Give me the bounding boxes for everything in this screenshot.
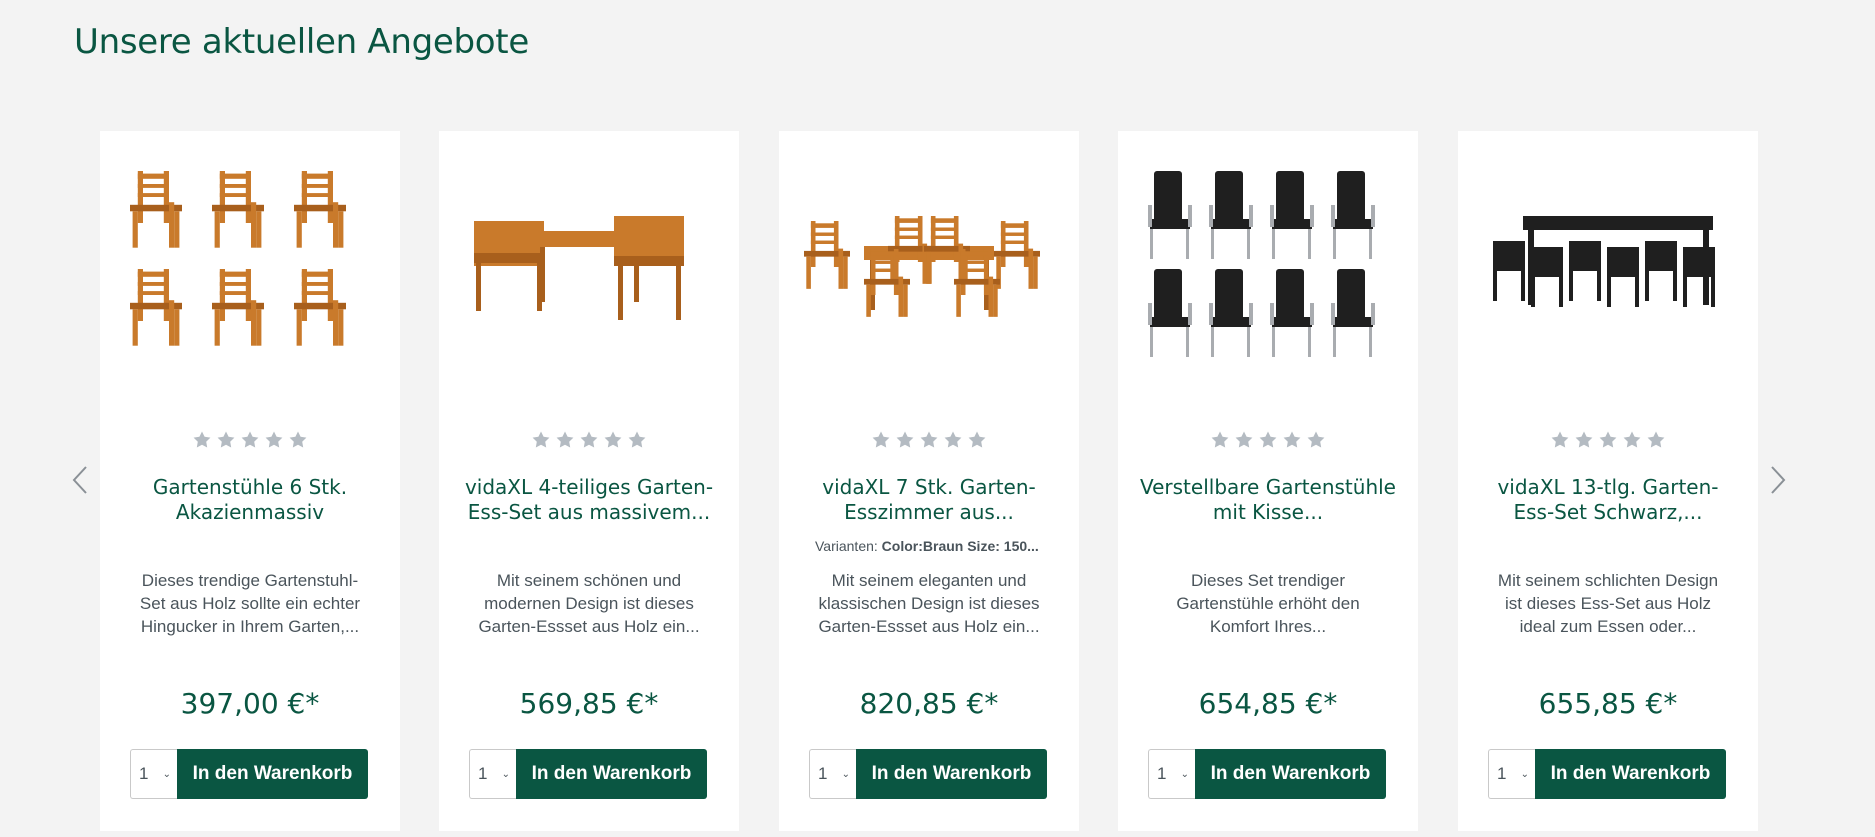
black-dining-set-image bbox=[1493, 216, 1715, 307]
star-icon bbox=[193, 431, 211, 448]
star-icon bbox=[217, 431, 235, 448]
star-icon bbox=[1283, 431, 1301, 448]
product-price: 397,00 €* bbox=[180, 687, 320, 720]
product-variants: Varianten: Color:Braun Size: 150... bbox=[815, 538, 1049, 554]
star-icon bbox=[896, 431, 914, 448]
product-card[interactable]: vidaXL 7 Stk. Garten-Esszimmer aus... Va… bbox=[779, 131, 1079, 831]
cushioned-chairs-image bbox=[1148, 171, 1375, 357]
product-price: 820,85 €* bbox=[859, 687, 999, 720]
product-title[interactable]: vidaXL 4-teiliges Garten-Ess-Set aus mas… bbox=[459, 475, 719, 527]
rating-stars bbox=[100, 430, 400, 450]
chevron-down-icon: ⌄ bbox=[841, 768, 850, 780]
variants-label: Varianten: bbox=[815, 538, 878, 554]
star-icon bbox=[1623, 431, 1641, 448]
star-icon bbox=[1211, 431, 1229, 448]
star-icon bbox=[1259, 431, 1277, 448]
product-description: Mit seinem schlichten Design ist dieses … bbox=[1497, 571, 1719, 636]
product-image[interactable] bbox=[464, 161, 714, 371]
garden-dining-set-image bbox=[474, 216, 684, 320]
star-icon bbox=[1647, 431, 1665, 448]
product-card[interactable]: Gartenstühle 6 Stk. Akazienmassiv Dieses… bbox=[100, 131, 400, 831]
add-to-cart-button[interactable]: In den Warenkorb bbox=[1195, 749, 1386, 799]
quantity-value: 1 bbox=[818, 764, 828, 783]
star-icon bbox=[1551, 431, 1569, 448]
quantity-select[interactable]: 1 ⌄ bbox=[1488, 749, 1535, 799]
product-price: 569,85 €* bbox=[519, 687, 659, 720]
slider-next-button[interactable] bbox=[1766, 462, 1790, 498]
quantity-select[interactable]: 1 ⌄ bbox=[469, 749, 516, 799]
slider-prev-button[interactable] bbox=[68, 462, 92, 498]
product-description: Mit seinem eleganten und klassischen Des… bbox=[818, 571, 1040, 636]
star-icon bbox=[872, 431, 890, 448]
star-icon bbox=[920, 431, 938, 448]
product-price: 655,85 €* bbox=[1538, 687, 1678, 720]
teak-dining-set-image bbox=[804, 216, 1040, 317]
rating-stars bbox=[779, 430, 1079, 450]
rating-stars bbox=[1458, 430, 1758, 450]
product-image[interactable] bbox=[804, 161, 1054, 371]
product-description: Mit seinem schönen und modernen Design i… bbox=[478, 571, 700, 636]
star-icon bbox=[241, 431, 259, 448]
section-title: Unsere aktuellen Angebote bbox=[74, 22, 529, 62]
product-card[interactable]: vidaXL 13-tlg. Garten-Ess-Set Schwarz,..… bbox=[1458, 131, 1758, 831]
star-icon bbox=[604, 431, 622, 448]
chevron-right-icon bbox=[1771, 466, 1786, 494]
quantity-select[interactable]: 1 ⌄ bbox=[130, 749, 177, 799]
product-price: 654,85 €* bbox=[1198, 687, 1338, 720]
product-title[interactable]: Verstellbare Gartenstühle mit Kisse... bbox=[1138, 475, 1398, 527]
add-to-cart-button[interactable]: In den Warenkorb bbox=[516, 749, 707, 799]
buy-form: 1 ⌄ In den Warenkorb bbox=[809, 749, 1047, 799]
variants-value: Color:Braun Size: 150... bbox=[881, 538, 1039, 554]
quantity-value: 1 bbox=[1497, 764, 1507, 783]
rating-stars bbox=[1118, 430, 1418, 450]
quantity-select[interactable]: 1 ⌄ bbox=[1148, 749, 1195, 799]
add-to-cart-button[interactable]: In den Warenkorb bbox=[1535, 749, 1726, 799]
product-title[interactable]: vidaXL 13-tlg. Garten-Ess-Set Schwarz,..… bbox=[1478, 475, 1738, 527]
add-to-cart-button[interactable]: In den Warenkorb bbox=[856, 749, 1047, 799]
star-icon bbox=[580, 431, 598, 448]
buy-form: 1 ⌄ In den Warenkorb bbox=[130, 749, 368, 799]
buy-form: 1 ⌄ In den Warenkorb bbox=[1148, 749, 1386, 799]
product-title[interactable]: Gartenstühle 6 Stk. Akazienmassiv bbox=[120, 475, 380, 527]
add-to-cart-button[interactable]: In den Warenkorb bbox=[177, 749, 368, 799]
chevron-down-icon: ⌄ bbox=[1520, 768, 1529, 780]
buy-form: 1 ⌄ In den Warenkorb bbox=[469, 749, 707, 799]
wooden-chairs-image bbox=[130, 171, 346, 346]
star-icon bbox=[1575, 431, 1593, 448]
quantity-select[interactable]: 1 ⌄ bbox=[809, 749, 856, 799]
star-icon bbox=[1599, 431, 1617, 448]
star-icon bbox=[628, 431, 646, 448]
star-icon bbox=[1235, 431, 1253, 448]
chevron-down-icon: ⌄ bbox=[1180, 768, 1189, 780]
star-icon bbox=[1307, 431, 1325, 448]
product-image[interactable] bbox=[1143, 161, 1393, 371]
star-icon bbox=[556, 431, 574, 448]
product-card[interactable]: vidaXL 4-teiliges Garten-Ess-Set aus mas… bbox=[439, 131, 739, 831]
buy-form: 1 ⌄ In den Warenkorb bbox=[1488, 749, 1726, 799]
product-description: Dieses trendige Gartenstuhl-Set aus Holz… bbox=[139, 571, 361, 636]
product-image[interactable] bbox=[125, 161, 375, 371]
rating-stars bbox=[439, 430, 739, 450]
star-icon bbox=[289, 431, 307, 448]
star-icon bbox=[532, 431, 550, 448]
quantity-value: 1 bbox=[139, 764, 149, 783]
star-icon bbox=[265, 431, 283, 448]
product-card[interactable]: Verstellbare Gartenstühle mit Kisse... D… bbox=[1118, 131, 1418, 831]
product-description: Dieses Set trendiger Gartenstühle erhöht… bbox=[1176, 571, 1360, 636]
star-icon bbox=[968, 431, 986, 448]
chevron-down-icon: ⌄ bbox=[162, 768, 171, 780]
product-title[interactable]: vidaXL 7 Stk. Garten-Esszimmer aus... bbox=[799, 475, 1059, 527]
star-icon bbox=[944, 431, 962, 448]
chevron-down-icon: ⌄ bbox=[501, 768, 510, 780]
quantity-value: 1 bbox=[478, 764, 488, 783]
quantity-value: 1 bbox=[1157, 764, 1167, 783]
chevron-left-icon bbox=[72, 466, 87, 494]
product-image[interactable] bbox=[1483, 161, 1733, 371]
